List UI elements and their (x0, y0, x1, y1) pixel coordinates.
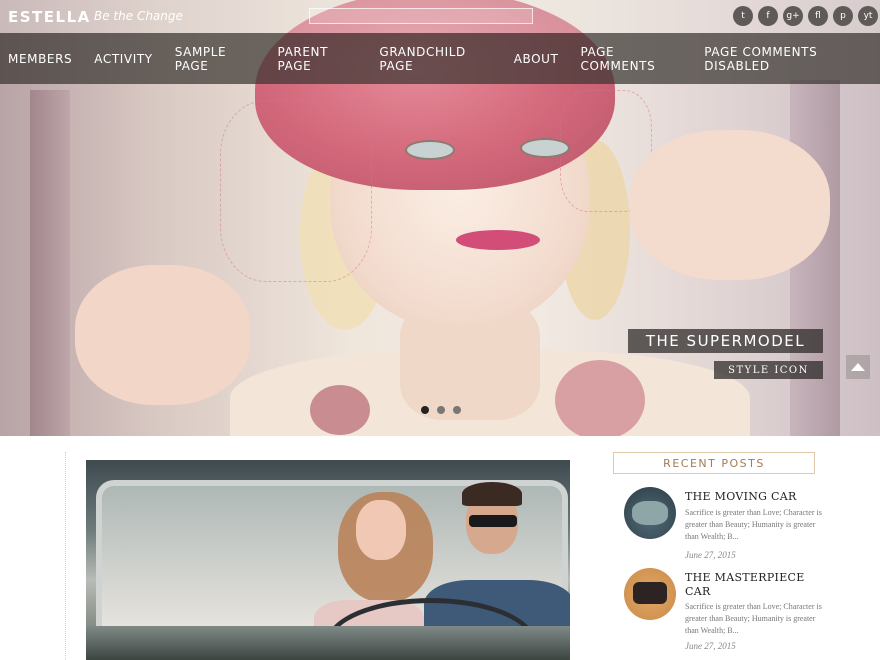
hero-model-eye (520, 138, 570, 158)
woman-face (356, 500, 406, 560)
pinterest-icon[interactable]: p (833, 6, 853, 26)
hero-model-hand (75, 265, 250, 405)
hero-model-hand (630, 130, 830, 280)
slider-dot[interactable] (453, 406, 461, 414)
nav-item-sample-page[interactable]: SAMPLE PAGE (164, 45, 267, 73)
nav-item-page-comments[interactable]: PAGE COMMENTS (569, 45, 693, 73)
post-date: June 27, 2015 (685, 550, 736, 560)
post-thumbnail[interactable] (624, 568, 676, 620)
youtube-icon[interactable]: yt (858, 6, 878, 26)
site-title[interactable]: ESTELLA (8, 8, 91, 26)
site-tagline: Be the Change (94, 9, 183, 23)
post-excerpt: Sacrifice is greater than Love; Characte… (685, 508, 822, 541)
flickr-icon[interactable]: fl (808, 6, 828, 26)
nav-item-activity[interactable]: ACTIVITY (83, 52, 163, 66)
post-date: June 27, 2015 (685, 641, 736, 651)
facebook-icon[interactable]: f (758, 6, 778, 26)
post-title[interactable]: THE MOVING CAR (685, 490, 825, 504)
main-nav: MEMBERS ACTIVITY SAMPLE PAGE PARENT PAGE… (0, 33, 880, 84)
post-excerpt: Sacrifice is greater than Love; Characte… (685, 602, 822, 635)
car-dashboard (86, 626, 570, 660)
slider-dot[interactable] (437, 406, 445, 414)
content-divider (65, 452, 66, 660)
hero-model-eye (405, 140, 455, 160)
recent-post-item[interactable]: THE MOVING CAR Sacrifice is greater than… (624, 487, 824, 567)
twitter-icon[interactable]: t (733, 6, 753, 26)
hero-hat-veil (220, 100, 372, 282)
nav-item-parent-page[interactable]: PARENT PAGE (267, 45, 369, 73)
hero-background-pillar (30, 90, 70, 436)
sunglasses (469, 515, 517, 527)
featured-post-image[interactable] (86, 460, 570, 660)
slide-caption-subtitle[interactable]: STYLE ICON (714, 361, 823, 379)
slider-pagination (421, 406, 461, 414)
social-links: t f g+ fl p yt (733, 6, 878, 26)
dress-pattern (555, 360, 645, 436)
slide-caption-title[interactable]: THE SUPERMODEL (628, 329, 823, 353)
nav-item-members[interactable]: MEMBERS (0, 52, 83, 66)
nav-item-grandchild-page[interactable]: GRANDCHILD PAGE (368, 45, 502, 73)
post-thumbnail[interactable] (624, 487, 676, 539)
dress-pattern (310, 385, 370, 435)
hero-model-lips (456, 230, 540, 250)
chevron-up-icon (851, 363, 865, 371)
google-plus-icon[interactable]: g+ (783, 6, 803, 26)
recent-posts-heading: RECENT POSTS (613, 452, 815, 474)
nav-item-page-comments-disabled[interactable]: PAGE COMMENTS DISABLED (693, 45, 880, 73)
recent-post-item[interactable]: THE MASTERPIECE CAR Sacrifice is greater… (624, 568, 824, 658)
search-input[interactable] (309, 8, 533, 24)
slider-dot[interactable] (421, 406, 429, 414)
post-title[interactable]: THE MASTERPIECE CAR (685, 571, 825, 599)
scroll-to-top-button[interactable] (846, 355, 870, 379)
nav-item-about[interactable]: ABOUT (503, 52, 570, 66)
top-bar: ESTELLA Be the Change t f g+ fl p yt (0, 0, 880, 33)
man-hair (462, 482, 522, 506)
